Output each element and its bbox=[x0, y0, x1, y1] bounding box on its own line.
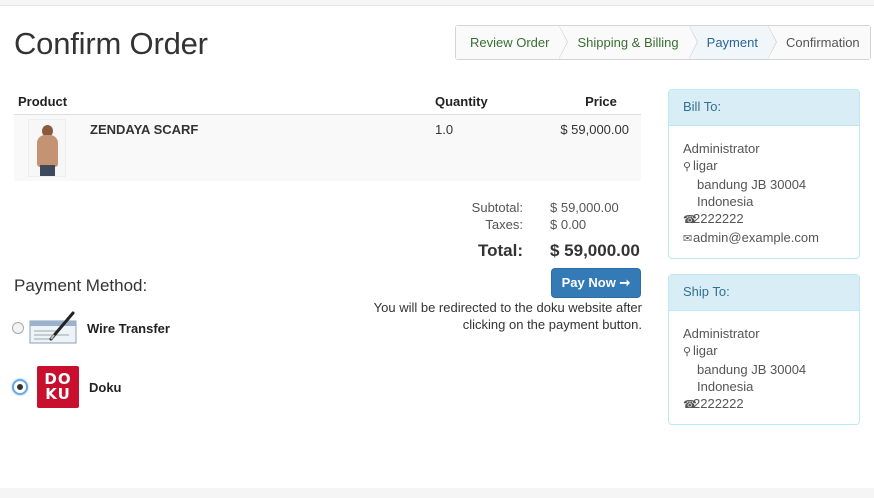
taxes-value: $ 0.00 bbox=[550, 217, 587, 232]
doku-logo-text-bottom: KU bbox=[45, 385, 71, 403]
payment-option-doku[interactable]: DO KU Doku bbox=[12, 366, 122, 408]
doku-logo: DO KU bbox=[37, 366, 79, 408]
envelope-icon: ✉ bbox=[683, 233, 693, 245]
bill-to-country: Indonesia bbox=[697, 194, 754, 209]
bill-to-body: Administrator ⚲ ligar bandung JB 30004 In… bbox=[669, 126, 859, 258]
ship-to-body: Administrator ⚲ ligar bandung JB 30004 In… bbox=[669, 311, 859, 424]
order-lines-table: Product Quantity Price ZENDAYA SCARF 1.0… bbox=[14, 90, 641, 181]
taxes-row: Taxes: $ 0.00 bbox=[430, 217, 640, 234]
bill-to-name: Administrator bbox=[683, 141, 760, 156]
product-photo-legs bbox=[40, 164, 55, 176]
top-divider bbox=[0, 0, 874, 6]
ship-to-street: ligar bbox=[693, 343, 718, 358]
ship-to-heading: Ship To: bbox=[669, 275, 859, 311]
payment-option-wire-transfer[interactable]: Wire Transfer bbox=[12, 311, 170, 345]
bill-to-city: bandung JB 30004 bbox=[697, 177, 807, 192]
bottom-divider bbox=[0, 488, 874, 498]
product-price: $ 59,000.00 bbox=[541, 114, 641, 181]
product-photo[interactable] bbox=[28, 118, 66, 177]
phone-icon: ☎ bbox=[683, 399, 697, 411]
bill-to-panel: Bill To: Administrator ⚲ ligar bandung JB… bbox=[668, 89, 860, 259]
bill-to-street: ligar bbox=[693, 158, 718, 173]
bill-to-heading: Bill To: bbox=[669, 90, 859, 126]
column-header-product: Product bbox=[14, 90, 435, 115]
column-header-price: Price bbox=[541, 90, 641, 115]
bill-to-email-line: ✉admin@example.com bbox=[683, 229, 845, 248]
subtotal-value: $ 59,000.00 bbox=[550, 200, 619, 215]
product-name-cell: ZENDAYA SCARF bbox=[78, 114, 435, 181]
bill-to-email[interactable]: admin@example.com bbox=[693, 230, 819, 245]
wizard-step-payment[interactable]: Payment bbox=[688, 25, 778, 59]
check-pen-icon bbox=[29, 311, 79, 345]
wire-transfer-label[interactable]: Wire Transfer bbox=[87, 321, 170, 336]
page-title: Confirm Order bbox=[14, 26, 208, 61]
product-name: ZENDAYA SCARF bbox=[90, 121, 199, 137]
payment-method-title: Payment Method: bbox=[14, 276, 148, 295]
doku-label[interactable]: Doku bbox=[89, 380, 122, 395]
pay-now-button[interactable]: Pay Now ➞ bbox=[551, 268, 641, 298]
bill-to-street-line: ⚲ ligar bbox=[683, 157, 845, 176]
wizard-step-review-order[interactable]: Review Order bbox=[456, 25, 569, 59]
ship-to-name: Administrator bbox=[683, 326, 760, 341]
product-image-cell bbox=[14, 114, 78, 181]
ship-to-street-line: ⚲ ligar bbox=[683, 342, 845, 361]
wire-transfer-radio[interactable] bbox=[12, 322, 24, 334]
subtotal-label: Subtotal: bbox=[471, 200, 523, 215]
redirect-note: You will be redirected to the doku websi… bbox=[373, 300, 642, 332]
order-totals: Subtotal: $ 59,000.00 Taxes: $ 0.00 Tota… bbox=[430, 200, 640, 265]
ship-to-phone-line: ☎2222222 bbox=[683, 395, 845, 414]
doku-radio[interactable] bbox=[12, 379, 28, 395]
total-row: Total: $ 59,000.00 bbox=[430, 241, 640, 265]
product-quantity: 1.0 bbox=[435, 114, 541, 181]
bill-to-phone: 2222222 bbox=[693, 211, 744, 226]
phone-icon: ☎ bbox=[683, 214, 697, 226]
checkout-wizard: Review Order Shipping & Billing Payment … bbox=[455, 25, 871, 60]
taxes-label: Taxes: bbox=[485, 217, 523, 232]
ship-to-country: Indonesia bbox=[697, 379, 754, 394]
map-marker-icon: ⚲ bbox=[683, 346, 692, 358]
table-row: ZENDAYA SCARF 1.0 $ 59,000.00 bbox=[14, 114, 641, 181]
subtotal-row: Subtotal: $ 59,000.00 bbox=[430, 200, 640, 217]
column-header-quantity: Quantity bbox=[435, 90, 541, 115]
ship-to-phone: 2222222 bbox=[693, 396, 744, 411]
total-label: Total: bbox=[477, 241, 523, 260]
ship-to-city: bandung JB 30004 bbox=[697, 362, 807, 377]
wizard-step-confirmation: Confirmation bbox=[767, 26, 870, 59]
ship-to-panel: Ship To: Administrator ⚲ ligar bandung JB… bbox=[668, 274, 860, 425]
total-value: $ 59,000.00 bbox=[550, 241, 640, 260]
map-marker-icon: ⚲ bbox=[683, 161, 692, 173]
wizard-step-shipping-billing[interactable]: Shipping & Billing bbox=[559, 25, 698, 59]
table-header-row: Product Quantity Price bbox=[14, 90, 641, 115]
product-photo-scarf bbox=[37, 134, 58, 167]
bill-to-phone-line: ☎2222222 bbox=[683, 210, 845, 229]
